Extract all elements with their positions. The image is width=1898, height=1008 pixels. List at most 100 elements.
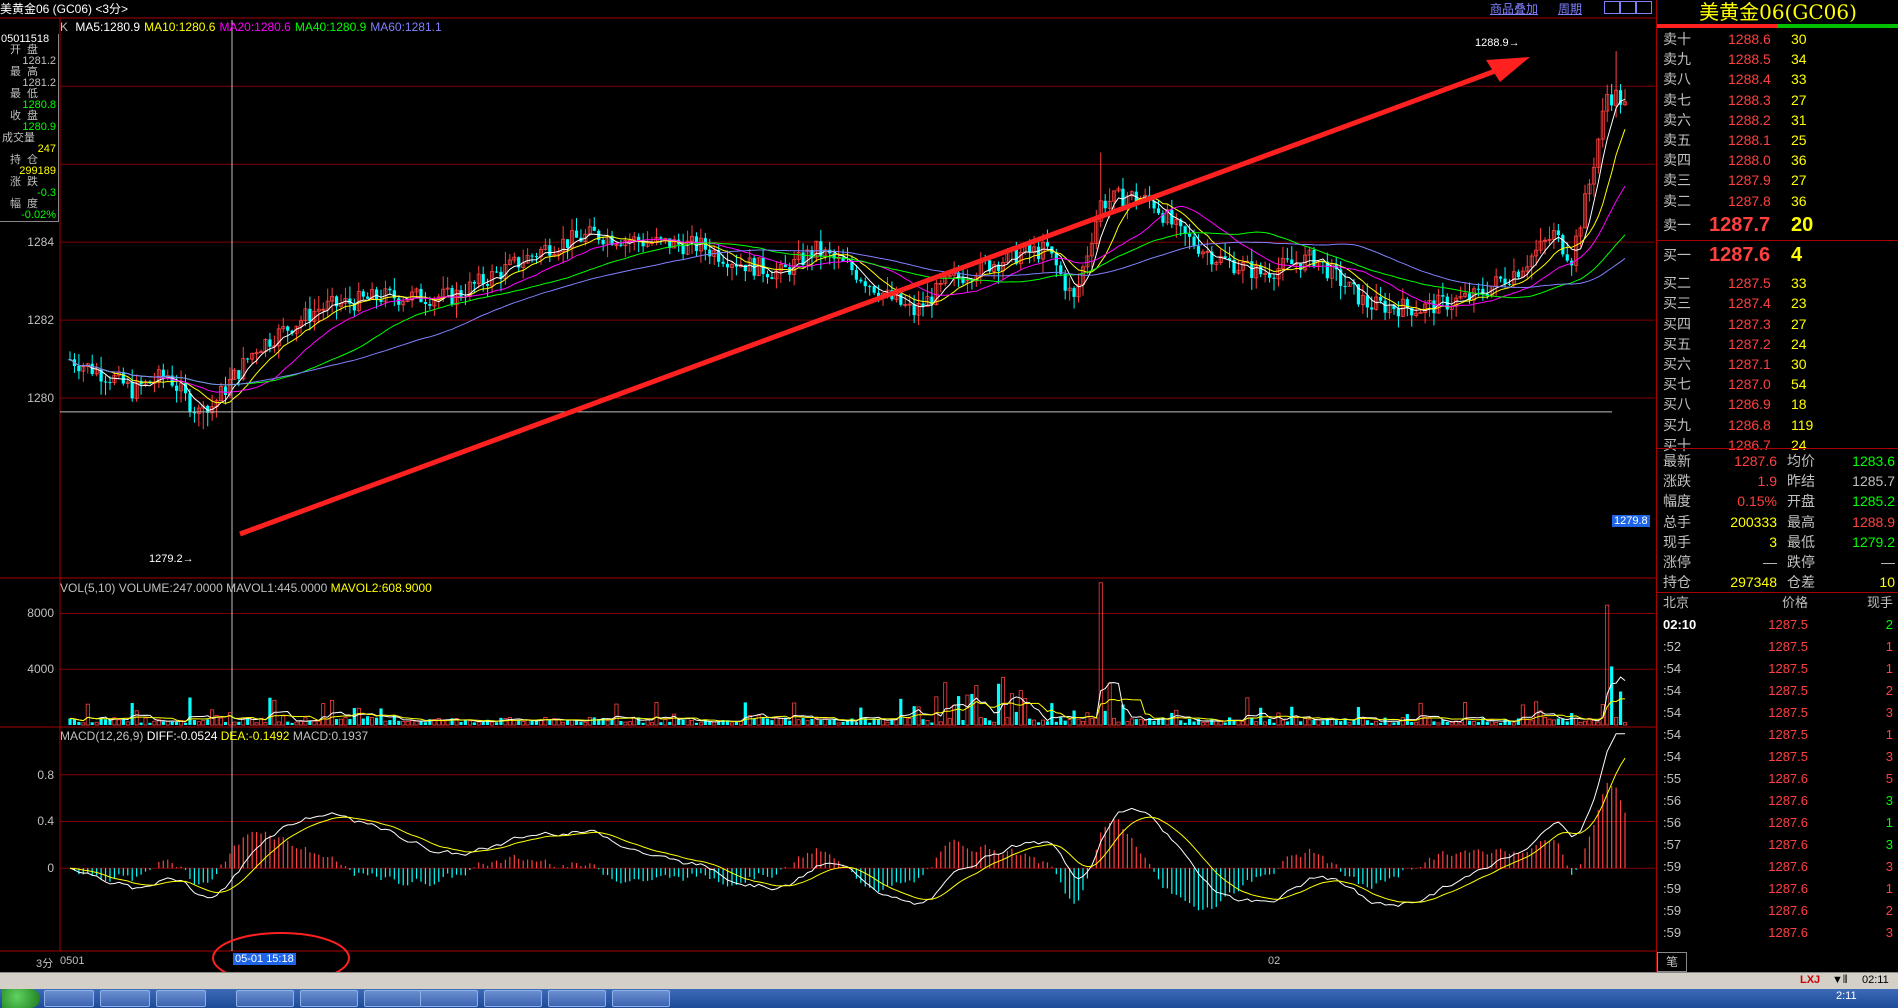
ask-row[interactable]: 卖七 1288.3 27 <box>1663 90 1893 110</box>
bid-row[interactable]: 买七 1287.0 54 <box>1663 374 1893 394</box>
ask-row[interactable]: 卖八 1288.4 33 <box>1663 69 1893 89</box>
volume-bar <box>548 720 552 725</box>
taskbar-item-9[interactable] <box>548 990 606 1007</box>
volume-bar <box>196 721 201 726</box>
volume-bar <box>206 719 210 725</box>
volume-bar <box>1112 717 1117 726</box>
tick-time: :56 <box>1663 793 1682 808</box>
ma-legend: K MA5:1280.9 MA10:1280.6 MA20:1280.6 MA40:1… <box>60 20 450 34</box>
chart-area[interactable]: 美黄金06 (GC06) <3分> 商品叠加 周期 K MA5:1280.9 MA… <box>0 0 1656 972</box>
candle-body <box>530 255 534 257</box>
bid-row[interactable]: 买一 1287.6 4 <box>1663 245 1893 265</box>
ask-row[interactable]: 卖十 1288.6 30 <box>1663 29 1893 49</box>
volume-bar <box>81 722 86 726</box>
taskbar-item-6[interactable] <box>364 990 422 1007</box>
bid-row[interactable]: 买八 1286.9 18 <box>1663 394 1893 414</box>
ask-row[interactable]: 卖二 1287.8 36 <box>1663 191 1893 211</box>
volume-bar <box>1294 717 1299 726</box>
candle-body <box>1196 246 1201 254</box>
volume-bar <box>1614 717 1619 726</box>
volume-bar <box>1143 720 1148 726</box>
volume-bar <box>1179 720 1183 725</box>
volume-axis-tick: 4000 <box>27 662 54 677</box>
ask-row[interactable]: 卖四 1288.0 36 <box>1663 150 1893 170</box>
tick-row: :54 1287.5 3 <box>1663 746 1895 768</box>
quote-ratio-bar <box>1657 24 1898 28</box>
stat-label: 涨停 <box>1663 554 1691 570</box>
volume-bar <box>1400 717 1405 726</box>
taskbar-item-8[interactable] <box>484 990 542 1007</box>
volume-bar <box>1525 719 1530 726</box>
bid-row[interactable]: 买四 1287.3 27 <box>1663 314 1893 334</box>
taskbar-item-10[interactable] <box>612 990 670 1007</box>
bid-row[interactable]: 买五 1287.2 24 <box>1663 334 1893 354</box>
restore-icon[interactable] <box>1604 1 1620 14</box>
candle-body <box>534 256 539 258</box>
grid-icon[interactable] <box>1636 1 1652 14</box>
bid-volume: 119 <box>1791 416 1814 433</box>
volume-bar <box>1387 721 1392 726</box>
volume-bar <box>476 721 481 726</box>
volume-bar <box>268 697 272 725</box>
stat-value: 297348 <box>1730 574 1777 591</box>
overlay-button[interactable]: 商品叠加 <box>1490 0 1538 17</box>
taskbar-item-5[interactable] <box>300 990 358 1007</box>
taskbar-item-3[interactable] <box>156 990 206 1007</box>
taskbar-item-4[interactable] <box>236 990 294 1007</box>
period-button[interactable]: 周期 <box>1558 0 1582 17</box>
bid-row[interactable]: 买六 1287.1 30 <box>1663 354 1893 374</box>
volume-bar <box>1205 721 1210 726</box>
ask-row[interactable]: 卖六 1288.2 31 <box>1663 110 1893 130</box>
tick-price: 1287.5 <box>1768 749 1808 764</box>
ask-volume: 34 <box>1791 51 1807 68</box>
volume-bar <box>366 716 370 725</box>
ma-legend-item: MA20:1280.6 <box>219 20 291 34</box>
ask-row[interactable]: 卖九 1288.5 34 <box>1663 49 1893 69</box>
candle-body <box>486 284 490 286</box>
ask-row[interactable]: 卖五 1288.1 25 <box>1663 130 1893 150</box>
stat-label: 均价 <box>1787 453 1815 469</box>
candle-body <box>708 249 712 257</box>
ask-volume: 33 <box>1791 71 1807 88</box>
candle-body <box>161 369 165 377</box>
stat-value: 200333 <box>1730 513 1777 530</box>
ask-row[interactable]: 卖三 1287.9 27 <box>1663 170 1893 190</box>
volume-bar <box>734 721 739 725</box>
taskbar-item-2[interactable] <box>100 990 150 1007</box>
macd-histogram <box>73 782 1626 911</box>
candle-body <box>743 264 747 272</box>
quote-stat-row: 现手 3 最低 1279.2 <box>1663 532 1895 552</box>
start-button[interactable] <box>2 989 40 1008</box>
bid-volume: 27 <box>1791 315 1807 332</box>
tick-price: 1287.5 <box>1768 661 1808 676</box>
candle-body <box>223 386 228 396</box>
volume-bar <box>1210 719 1214 725</box>
bid-row[interactable]: 买二 1287.5 33 <box>1663 273 1893 293</box>
taskbar-item-1[interactable] <box>44 990 94 1007</box>
bid-label: 买六 <box>1663 356 1691 372</box>
tile-icon[interactable] <box>1620 1 1636 14</box>
ask-row[interactable]: 卖一 1287.7 20 <box>1663 215 1893 235</box>
ask-price: 1287.7 <box>1709 213 1771 236</box>
kline-chart[interactable] <box>0 0 1656 972</box>
volume-bar <box>490 721 495 726</box>
price-axis-tick: 1282 <box>27 313 54 328</box>
bid-row[interactable]: 买九 1286.8 119 <box>1663 415 1893 435</box>
volume-bar <box>1107 682 1112 726</box>
volume-bar <box>459 722 463 725</box>
volume-bar <box>899 698 903 725</box>
volume-bar <box>819 720 823 725</box>
candle-body <box>1063 273 1067 291</box>
ask-price: 1288.1 <box>1728 132 1771 148</box>
tab-ticks[interactable]: 笔 <box>1657 952 1687 972</box>
bid-price: 1287.0 <box>1728 376 1771 393</box>
bid-volume: 4 <box>1791 244 1803 266</box>
volume-bar <box>668 721 672 725</box>
taskbar-item-7[interactable] <box>420 990 478 1007</box>
candle-body <box>1036 246 1041 260</box>
volume-bar <box>1018 690 1023 726</box>
volume-bar <box>890 719 894 725</box>
volume-bar <box>1089 718 1094 726</box>
volume-bar <box>1152 720 1156 725</box>
bid-row[interactable]: 买三 1287.4 23 <box>1663 293 1893 313</box>
